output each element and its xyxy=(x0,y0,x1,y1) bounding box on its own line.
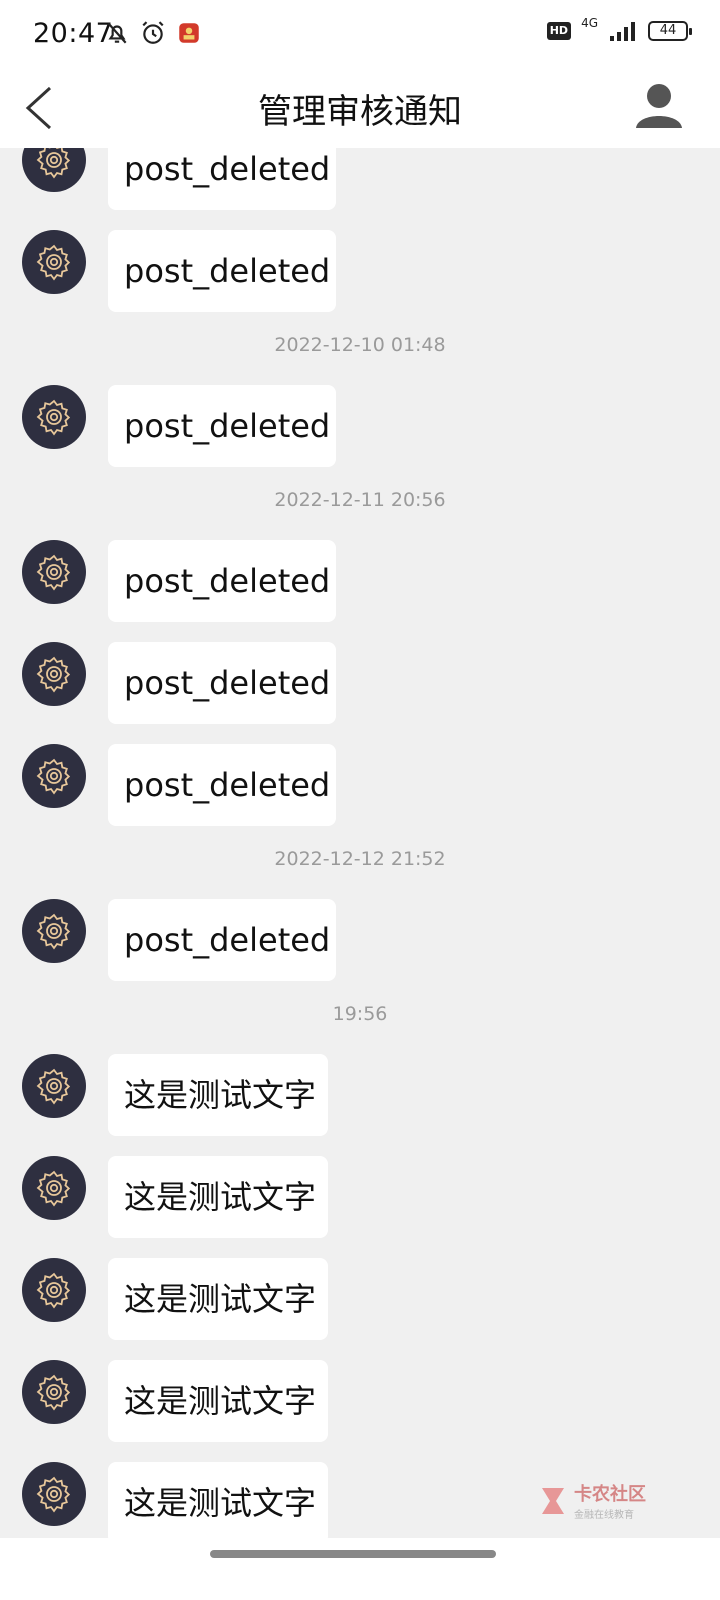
message-row: post_deleted xyxy=(0,540,720,624)
gear-icon xyxy=(36,1476,71,1513)
message-bubble[interactable]: post_deleted xyxy=(108,385,336,467)
message-bubble[interactable]: 这是测试文字 xyxy=(108,1462,328,1538)
gear-icon xyxy=(36,1068,71,1105)
message-bubble[interactable]: post_deleted xyxy=(108,540,336,622)
hd-badge: HD xyxy=(546,22,572,40)
message-row: post_deleted xyxy=(0,899,720,983)
app-badge-icon xyxy=(179,23,199,43)
gear-icon xyxy=(36,1272,71,1309)
alarm-icon xyxy=(142,21,164,44)
avatar[interactable] xyxy=(22,744,86,808)
battery-level: 44 xyxy=(659,23,677,38)
message-row: post_deleted xyxy=(0,642,720,726)
message-bubble[interactable]: 这是测试文字 xyxy=(108,1360,328,1442)
message-row: post_deleted xyxy=(0,744,720,828)
gesture-bar xyxy=(0,1538,720,1600)
message-row: post_deleted xyxy=(0,148,720,212)
gear-icon xyxy=(36,554,71,591)
watermark-subtitle: 金融在线教育 xyxy=(574,1510,634,1521)
watermark: 卡农社区 金融在线教育 xyxy=(536,1480,646,1521)
gear-icon xyxy=(36,1374,71,1411)
avatar[interactable] xyxy=(22,899,86,963)
avatar[interactable] xyxy=(22,1360,86,1424)
timestamp: 2022-12-12 21:52 xyxy=(274,848,446,870)
message-row: 这是测试文字 xyxy=(0,1258,720,1342)
watermark-title: 卡农社区 xyxy=(574,1484,646,1505)
user-icon[interactable] xyxy=(634,80,684,130)
message-bubble[interactable]: post_deleted xyxy=(108,230,336,312)
gear-icon xyxy=(36,656,71,693)
avatar[interactable] xyxy=(22,540,86,604)
header-bar: 管理审核通知 xyxy=(0,68,720,148)
message-row: post_deleted xyxy=(0,230,720,314)
signal-icon xyxy=(610,22,635,41)
status-bar: 20:47 HD 4G 44 xyxy=(0,0,720,68)
avatar[interactable] xyxy=(22,1054,86,1118)
message-list[interactable]: post_deleted post_deleted 2022-12-10 01:48… xyxy=(0,148,720,1538)
timestamp: 2022-12-10 01:48 xyxy=(274,334,446,356)
gear-icon xyxy=(36,148,71,179)
avatar[interactable] xyxy=(22,148,86,192)
message-bubble[interactable]: post_deleted xyxy=(108,899,336,981)
avatar[interactable] xyxy=(22,385,86,449)
status-icons-left xyxy=(104,20,202,46)
gear-icon xyxy=(36,913,71,950)
home-indicator[interactable] xyxy=(210,1550,496,1558)
timestamp: 2022-12-11 20:56 xyxy=(274,489,446,511)
message-bubble[interactable]: post_deleted xyxy=(108,148,336,210)
message-bubble[interactable]: 这是测试文字 xyxy=(108,1054,328,1136)
network-type: 4G xyxy=(581,16,598,30)
bell-off-icon xyxy=(107,22,127,44)
message-bubble[interactable]: post_deleted xyxy=(108,744,336,826)
avatar[interactable] xyxy=(22,230,86,294)
message-row: 这是测试文字 xyxy=(0,1054,720,1138)
timestamp: 19:56 xyxy=(332,1003,388,1025)
status-icons-right: HD 4G 44 xyxy=(546,16,692,42)
message-bubble[interactable]: 这是测试文字 xyxy=(108,1258,328,1340)
gear-icon xyxy=(36,244,71,281)
message-bubble[interactable]: post_deleted xyxy=(108,642,336,724)
avatar[interactable] xyxy=(22,1258,86,1322)
logo-icon xyxy=(542,1487,564,1514)
avatar[interactable] xyxy=(22,642,86,706)
gear-icon xyxy=(36,399,71,436)
battery-icon: 44 xyxy=(648,21,692,41)
gear-icon xyxy=(36,758,71,795)
gear-icon xyxy=(36,1170,71,1207)
avatar[interactable] xyxy=(22,1462,86,1526)
message-row: 这是测试文字 xyxy=(0,1156,720,1240)
page-title: 管理审核通知 xyxy=(258,92,462,132)
message-row: post_deleted xyxy=(0,385,720,469)
message-row: 这是测试文字 xyxy=(0,1360,720,1444)
status-time: 20:47 xyxy=(33,18,114,49)
message-bubble[interactable]: 这是测试文字 xyxy=(108,1156,328,1238)
avatar[interactable] xyxy=(22,1156,86,1220)
